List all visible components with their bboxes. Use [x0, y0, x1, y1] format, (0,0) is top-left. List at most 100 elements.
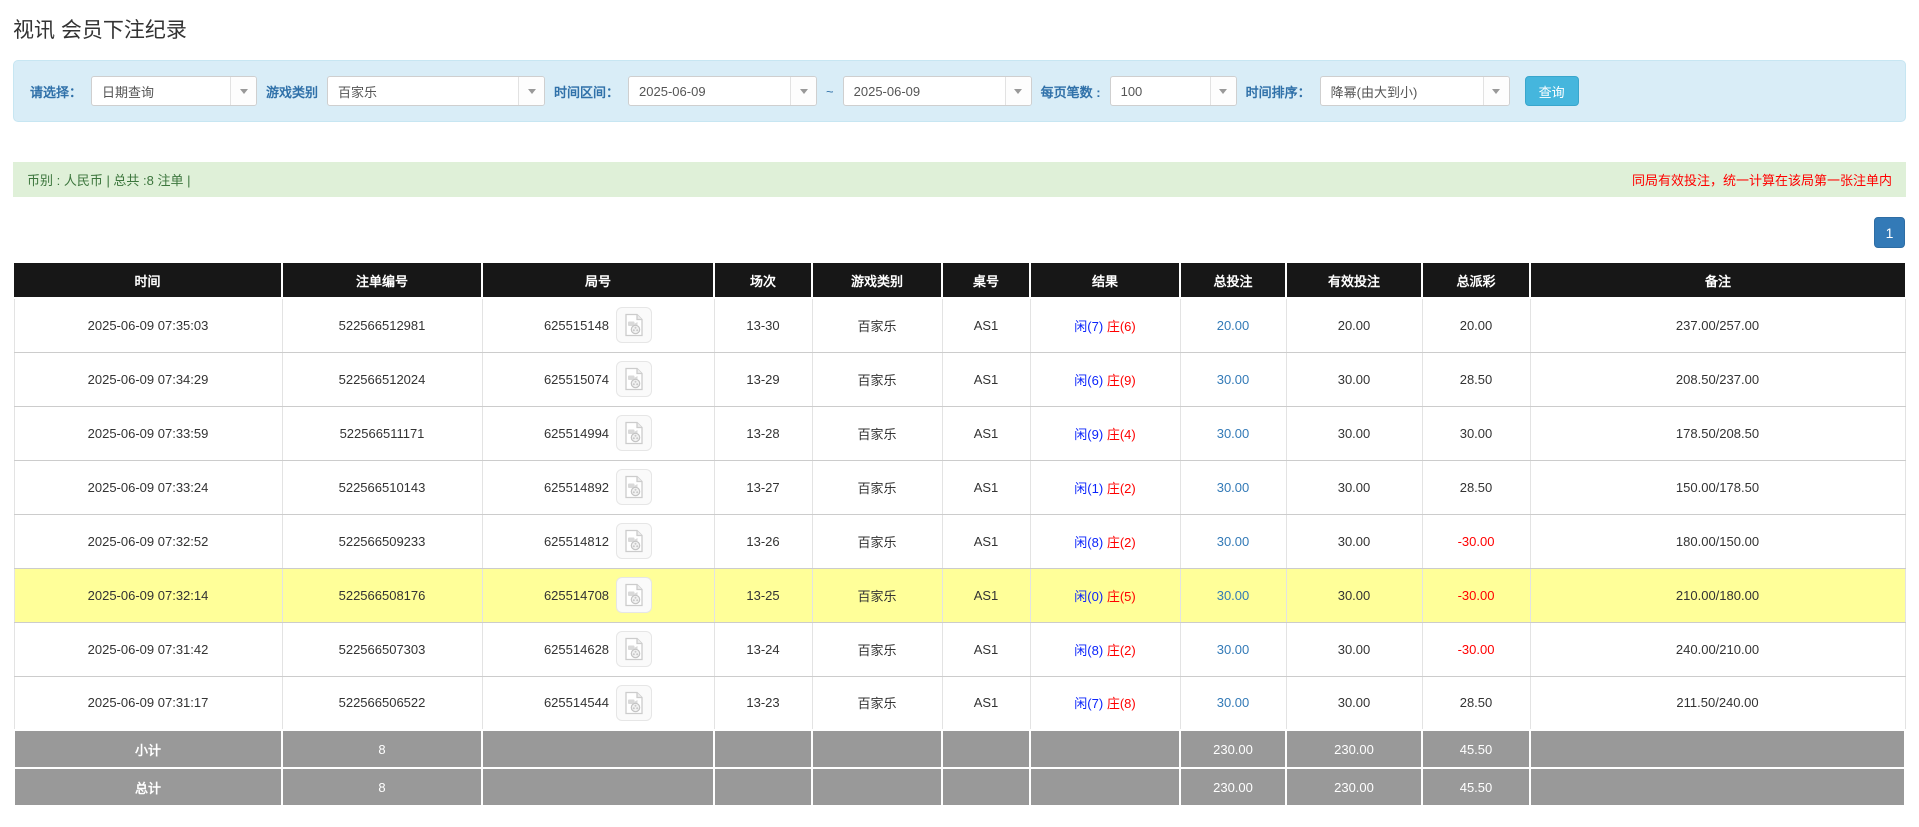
table-header-row: 时间 注单编号 局号 场次 游戏类别 桌号 结果 总投注 有效投注 总派彩 备注 — [14, 263, 1905, 298]
cell-session: 13-29 — [714, 352, 812, 406]
total-bet-link[interactable]: 30.00 — [1217, 534, 1250, 549]
total-bet-link[interactable]: 30.00 — [1217, 695, 1250, 710]
footer-valid-bet: 230.00 — [1286, 768, 1422, 806]
result-player: 闲(7) — [1074, 319, 1103, 334]
total-bet-link[interactable]: 30.00 — [1217, 588, 1250, 603]
cell-result: 闲(1) 庄(2) — [1030, 460, 1180, 514]
result-player: 闲(1) — [1074, 481, 1103, 496]
cell-table-no: AS1 — [942, 460, 1030, 514]
per-page-value: 100 — [1111, 84, 1210, 99]
total-bet-link[interactable]: 20.00 — [1217, 318, 1250, 333]
per-page-select[interactable]: 100 — [1110, 76, 1237, 106]
cell-bet-id: 522566510143 — [282, 460, 482, 514]
cell-round-id: 625514708 — [482, 568, 714, 622]
payout-value: -30.00 — [1458, 642, 1495, 657]
video-replay-button[interactable] — [616, 415, 652, 451]
round-id-text: 625515074 — [544, 372, 609, 387]
cell-round-id: 625514994 — [482, 406, 714, 460]
cell-session: 13-27 — [714, 460, 812, 514]
query-type-label: 请选择： — [30, 82, 82, 101]
footer-payout: 45.50 — [1422, 768, 1530, 806]
cell-session: 13-30 — [714, 298, 812, 352]
result-banker: 庄(6) — [1107, 319, 1136, 334]
time-sort-value: 降幂(由大到小) — [1321, 82, 1483, 101]
cell-total-bet: 20.00 — [1180, 298, 1286, 352]
cell-remark: 237.00/257.00 — [1530, 298, 1905, 352]
col-time: 时间 — [14, 263, 282, 298]
table-row: 2025-06-09 07:35:03522566512981625515148… — [14, 298, 1905, 352]
result-banker: 庄(8) — [1107, 696, 1136, 711]
cell-valid-bet: 30.00 — [1286, 460, 1422, 514]
video-file-icon — [622, 367, 646, 391]
query-type-select[interactable]: 日期查询 — [91, 76, 257, 106]
cell-time: 2025-06-09 07:32:14 — [14, 568, 282, 622]
filter-panel: 请选择： 日期查询 游戏类别 百家乐 时间区间： 2025-06-09 ~ 20… — [13, 60, 1906, 122]
cell-payout: 30.00 — [1422, 406, 1530, 460]
cell-table-no: AS1 — [942, 352, 1030, 406]
round-id-text: 625515148 — [544, 318, 609, 333]
game-type-select[interactable]: 百家乐 — [327, 76, 545, 106]
col-game-type: 游戏类别 — [812, 263, 942, 298]
table-row: 2025-06-09 07:33:59522566511171625514994… — [14, 406, 1905, 460]
cell-time: 2025-06-09 07:33:24 — [14, 460, 282, 514]
time-sort-select[interactable]: 降幂(由大到小) — [1320, 76, 1510, 106]
video-replay-button[interactable] — [616, 577, 652, 613]
cell-bet-id: 522566512024 — [282, 352, 482, 406]
total-bet-link[interactable]: 30.00 — [1217, 642, 1250, 657]
table-footer-row: 总计8230.00230.0045.50 — [14, 768, 1905, 806]
video-replay-button[interactable] — [616, 361, 652, 397]
result-banker: 庄(4) — [1107, 427, 1136, 442]
cell-game-type: 百家乐 — [812, 406, 942, 460]
cell-time: 2025-06-09 07:33:59 — [14, 406, 282, 460]
cell-game-type: 百家乐 — [812, 460, 942, 514]
cell-total-bet: 30.00 — [1180, 352, 1286, 406]
cell-table-no: AS1 — [942, 676, 1030, 730]
cell-time: 2025-06-09 07:32:52 — [14, 514, 282, 568]
video-file-icon — [622, 529, 646, 553]
search-button[interactable]: 查询 — [1525, 76, 1579, 106]
footer-total-bet: 230.00 — [1180, 730, 1286, 768]
video-replay-button[interactable] — [616, 631, 652, 667]
cell-session: 13-25 — [714, 568, 812, 622]
footer-payout: 45.50 — [1422, 730, 1530, 768]
total-bet-link[interactable]: 30.00 — [1217, 480, 1250, 495]
video-replay-button[interactable] — [616, 685, 652, 721]
col-payout: 总派彩 — [1422, 263, 1530, 298]
cell-valid-bet: 30.00 — [1286, 352, 1422, 406]
total-bet-link[interactable]: 30.00 — [1217, 426, 1250, 441]
cell-time: 2025-06-09 07:31:42 — [14, 622, 282, 676]
cell-session: 13-24 — [714, 622, 812, 676]
date-to-select[interactable]: 2025-06-09 — [843, 76, 1032, 106]
cell-session: 13-23 — [714, 676, 812, 730]
video-replay-button[interactable] — [616, 307, 652, 343]
col-total-bet: 总投注 — [1180, 263, 1286, 298]
page: 视讯 会员下注纪录 请选择： 日期查询 游戏类别 百家乐 时间区间： 2025-… — [0, 14, 1919, 807]
result-player: 闲(9) — [1074, 427, 1103, 442]
cell-remark: 208.50/237.00 — [1530, 352, 1905, 406]
chevron-down-icon[interactable] — [1210, 77, 1236, 105]
round-id-text: 625514994 — [544, 426, 609, 441]
video-file-icon — [622, 475, 646, 499]
cell-payout: 20.00 — [1422, 298, 1530, 352]
cell-round-id: 625514628 — [482, 622, 714, 676]
result-player: 闲(8) — [1074, 643, 1103, 658]
per-page-label: 每页笔数 : — [1041, 82, 1101, 101]
video-replay-button[interactable] — [616, 523, 652, 559]
result-player: 闲(0) — [1074, 589, 1103, 604]
total-bet-link[interactable]: 30.00 — [1217, 372, 1250, 387]
chevron-down-icon[interactable] — [790, 77, 816, 105]
video-replay-button[interactable] — [616, 469, 652, 505]
chevron-down-icon[interactable] — [1005, 77, 1031, 105]
cell-table-no: AS1 — [942, 298, 1030, 352]
game-type-label: 游戏类别 — [266, 82, 318, 101]
page-1-button[interactable]: 1 — [1874, 217, 1905, 248]
date-from-select[interactable]: 2025-06-09 — [628, 76, 817, 106]
cell-table-no: AS1 — [942, 622, 1030, 676]
chevron-down-icon[interactable] — [1483, 77, 1509, 105]
round-id-text: 625514892 — [544, 480, 609, 495]
cell-result: 闲(9) 庄(4) — [1030, 406, 1180, 460]
payout-value: -30.00 — [1458, 534, 1495, 549]
chevron-down-icon[interactable] — [230, 77, 256, 105]
video-file-icon — [622, 637, 646, 661]
chevron-down-icon[interactable] — [518, 77, 544, 105]
